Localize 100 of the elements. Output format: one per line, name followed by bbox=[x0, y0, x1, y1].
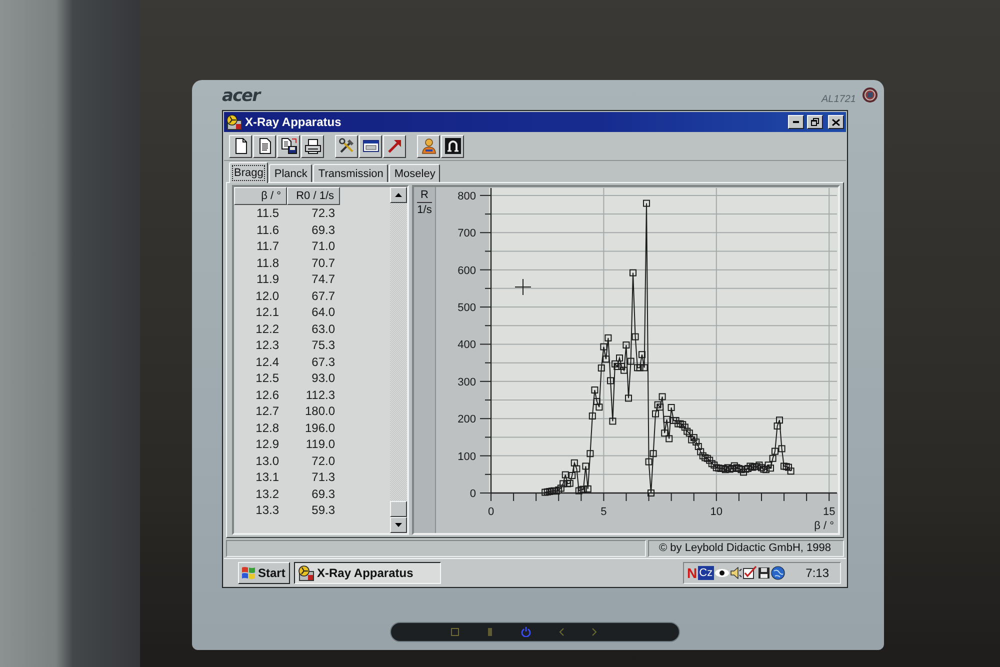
table-cell-text: 13.3 bbox=[254, 502, 280, 518]
table-cell-text: 74.7 bbox=[310, 271, 336, 288]
document-disk-icon bbox=[280, 138, 296, 154]
table-cell-text: 72.0 bbox=[310, 452, 336, 469]
axis-unit: 1/s bbox=[417, 204, 432, 216]
eye-icon bbox=[714, 568, 729, 576]
square-icon bbox=[451, 628, 459, 636]
table-cell-text: 12.6 bbox=[254, 386, 280, 403]
axis-tick-label: 400 bbox=[458, 339, 476, 352]
window-icon bbox=[362, 138, 378, 154]
model-label: AL1721 bbox=[822, 94, 856, 104]
app-icon bbox=[298, 564, 314, 580]
toolbar-button[interactable] bbox=[383, 134, 406, 158]
window-title: X-Ray Apparatus bbox=[245, 115, 342, 129]
bar-icon bbox=[487, 628, 493, 636]
new-document-icon bbox=[232, 138, 248, 154]
axis-tick-label: 300 bbox=[458, 376, 476, 388]
language-indicator[interactable]: Cz bbox=[698, 566, 714, 580]
toolbar-button[interactable] bbox=[417, 134, 440, 158]
table-cell-text: 11.7 bbox=[256, 238, 280, 254]
axis-tick-label: 700 bbox=[458, 228, 476, 240]
crosshair-icon bbox=[514, 278, 532, 296]
minimize-icon bbox=[793, 121, 799, 123]
axis-tick-label: 600 bbox=[458, 264, 476, 277]
table-cell-text: 13.1 bbox=[254, 469, 280, 486]
speaker-icon bbox=[730, 566, 742, 578]
axis-title: β / ° bbox=[814, 520, 834, 532]
table-cell-text: 93.0 bbox=[310, 370, 336, 386]
toolbar-button[interactable] bbox=[229, 134, 252, 158]
toolbar-button[interactable] bbox=[301, 134, 324, 158]
axis-tick-label: 500 bbox=[458, 302, 476, 314]
toolbar-button[interactable] bbox=[253, 134, 276, 158]
power-icon bbox=[521, 627, 531, 637]
toolbar-button[interactable] bbox=[335, 134, 358, 158]
table-cell-text: 12.4 bbox=[254, 354, 280, 370]
table-cell-text: 12.7 bbox=[254, 403, 280, 420]
tab[interactable]: Transmission bbox=[313, 164, 388, 182]
up-arrow-icon bbox=[395, 193, 402, 197]
axis-title: R bbox=[420, 189, 428, 201]
table-cell-text: 180.0 bbox=[304, 403, 336, 420]
scroll-down-button[interactable] bbox=[390, 517, 407, 533]
table-cell-text: 70.7 bbox=[310, 254, 336, 271]
table-cell-text: 12.0 bbox=[254, 288, 280, 304]
close-button[interactable] bbox=[828, 115, 844, 129]
globe-icon bbox=[770, 566, 785, 580]
status-text: © by Leybold Didactic GmbH, 1998 bbox=[648, 540, 844, 557]
axis-tick-label: 200 bbox=[458, 414, 476, 426]
tab[interactable]: Bragg bbox=[229, 162, 268, 183]
taskbar-button[interactable]: X-Ray Apparatus bbox=[294, 562, 441, 584]
table-cell-text: 63.0 bbox=[310, 320, 336, 337]
axis-tick-label: 0 bbox=[488, 506, 494, 518]
windows-logo-icon bbox=[241, 566, 256, 579]
table-cell-text: 12.1 bbox=[254, 304, 280, 320]
table-cell-text: 67.3 bbox=[310, 354, 336, 370]
axis-tick-label: 15 bbox=[822, 506, 836, 518]
scrollbar-thumb[interactable] bbox=[390, 501, 407, 517]
chevron-left-icon bbox=[559, 628, 564, 636]
app-icon bbox=[226, 114, 242, 130]
toolbar-button[interactable] bbox=[441, 134, 464, 158]
emblem-icon bbox=[862, 87, 878, 103]
table-cell-text: 119.0 bbox=[304, 436, 336, 452]
table-cell-text: 196.0 bbox=[304, 420, 336, 436]
toolbar-button[interactable] bbox=[277, 134, 300, 158]
printer-icon bbox=[304, 138, 320, 154]
column-header: β / ° bbox=[234, 187, 287, 205]
table-cell-text: 69.3 bbox=[310, 486, 336, 502]
toolbar-button[interactable] bbox=[359, 134, 382, 158]
table-cell-text: 71.0 bbox=[310, 238, 336, 254]
axis-tick-label: 100 bbox=[458, 450, 476, 463]
start-button[interactable]: Start bbox=[238, 562, 290, 584]
table-cell-text: 11.5 bbox=[256, 205, 280, 222]
table-cell-text: 12.9 bbox=[254, 436, 280, 452]
table-cell-text: 11.6 bbox=[256, 222, 280, 238]
table-cell-text: 59.3 bbox=[310, 502, 336, 518]
arrow-icon bbox=[386, 138, 402, 154]
person-icon bbox=[420, 138, 436, 154]
axis-tick-label: 800 bbox=[458, 190, 476, 202]
close-icon bbox=[832, 118, 840, 126]
tab[interactable]: Planck bbox=[269, 164, 312, 182]
table-cell-text: 13.2 bbox=[254, 486, 280, 502]
axis-tick-label: 0 bbox=[470, 488, 476, 500]
table-cell-text: 11.8 bbox=[256, 254, 280, 271]
horseshoe-icon bbox=[444, 138, 460, 154]
checklist-icon bbox=[742, 566, 757, 579]
table-cell-text: 64.0 bbox=[310, 304, 336, 320]
scrollbar[interactable] bbox=[390, 187, 407, 533]
tools-icon bbox=[338, 138, 354, 154]
table-cell-text: 12.5 bbox=[254, 370, 280, 386]
table-cell-text: 13.0 bbox=[254, 452, 280, 469]
minimize-button[interactable] bbox=[788, 115, 804, 129]
restore-icon bbox=[811, 118, 819, 126]
scroll-up-button[interactable] bbox=[390, 187, 407, 203]
table-cell-text: 67.7 bbox=[310, 288, 336, 304]
column-header: R0 / 1/s bbox=[287, 187, 340, 205]
document-icon bbox=[256, 138, 272, 154]
axis-tick-label: 10 bbox=[710, 506, 723, 518]
restore-button[interactable] bbox=[807, 115, 823, 129]
axis-tick-label: 5 bbox=[600, 506, 607, 518]
tab[interactable]: Moseley bbox=[389, 164, 440, 182]
table-cell-text: 69.3 bbox=[310, 222, 336, 238]
